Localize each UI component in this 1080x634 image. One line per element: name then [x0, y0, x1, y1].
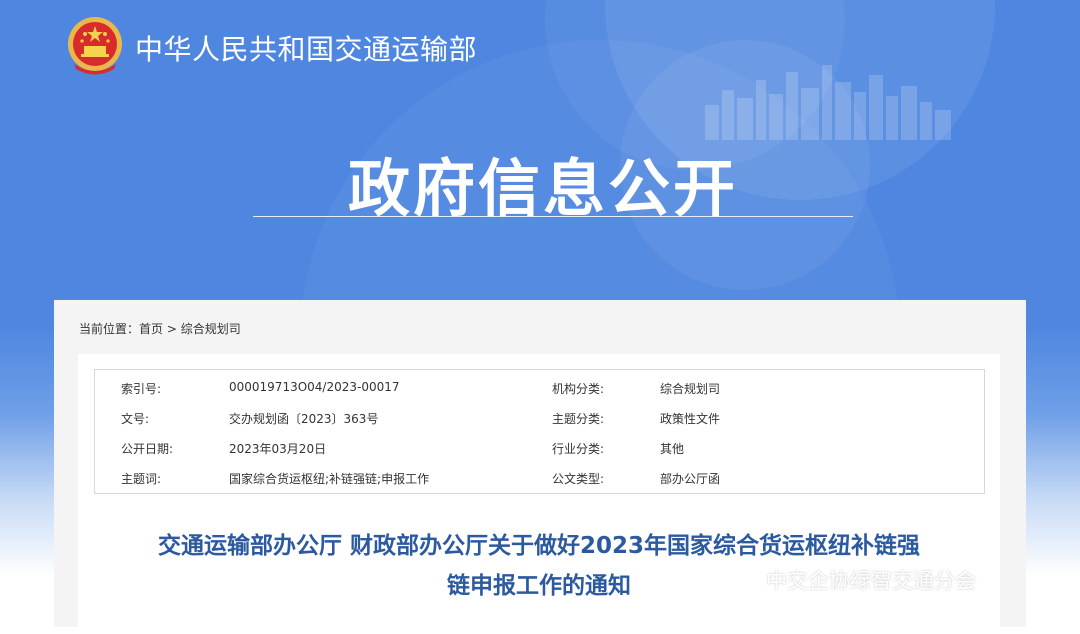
breadcrumb: 当前位置：首页 > 综合规划司 [79, 320, 241, 337]
wechat-icon [729, 568, 760, 592]
banner-title: 政府信息公开 [348, 152, 739, 225]
title-divider [253, 216, 853, 217]
watermark-text: 中交企协绿智交通分会 [766, 569, 976, 593]
metadata-value: 000019713O04/2023-00017 [229, 380, 400, 394]
metadata-value: 2023年03月20日 [229, 442, 327, 456]
metadata-row: 文号: 交办规划函〔2023〕363号 主题分类: 政策性文件 [95, 402, 984, 432]
metadata-table: 索引号: 000019713O04/2023-00017 机构分类: 综合规划司… [94, 369, 985, 494]
metadata-key: 公文类型: [552, 472, 605, 486]
breadcrumb-separator: > [163, 322, 181, 336]
metadata-key: 行业分类: [552, 442, 605, 456]
breadcrumb-home-link[interactable]: 首页 [139, 322, 163, 336]
national-emblem-icon [68, 17, 122, 75]
metadata-row: 索引号: 000019713O04/2023-00017 机构分类: 综合规划司 [95, 372, 984, 402]
metadata-value: 交办规划函〔2023〕363号 [229, 412, 379, 426]
metadata-key: 主题分类: [552, 412, 605, 426]
city-skyline-icon [705, 65, 951, 140]
metadata-value: 综合规划司 [660, 382, 721, 396]
document-title-line: 交通运输部办公厅 财政部办公厅关于做好2023年国家综合货运枢纽补链强 [157, 533, 921, 559]
metadata-value: 其他 [660, 442, 685, 456]
metadata-key: 公开日期: [121, 442, 174, 456]
ministry-name[interactable]: 中华人民共和国交通运输部 [135, 28, 477, 68]
watermark: 中交企协绿智交通分会 [728, 565, 976, 597]
breadcrumb-label: 当前位置： [79, 322, 140, 336]
metadata-row: 主题词: 国家综合货运枢纽;补链强链;申报工作 公文类型: 部办公厅函 [95, 462, 984, 492]
breadcrumb-current-link[interactable]: 综合规划司 [181, 322, 241, 336]
metadata-key: 主题词: [121, 472, 162, 486]
metadata-value: 部办公厅函 [660, 472, 721, 486]
metadata-row: 公开日期: 2023年03月20日 行业分类: 其他 [95, 432, 984, 462]
metadata-value: 国家综合货运枢纽;补链强链;申报工作 [229, 472, 430, 486]
metadata-key: 机构分类: [552, 382, 605, 396]
metadata-value: 政策性文件 [660, 412, 721, 426]
metadata-key: 索引号: [121, 382, 162, 396]
metadata-key: 文号: [121, 412, 150, 426]
